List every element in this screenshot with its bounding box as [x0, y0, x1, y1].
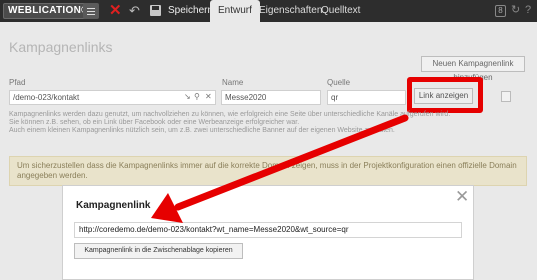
arrow-annotation	[151, 114, 409, 223]
